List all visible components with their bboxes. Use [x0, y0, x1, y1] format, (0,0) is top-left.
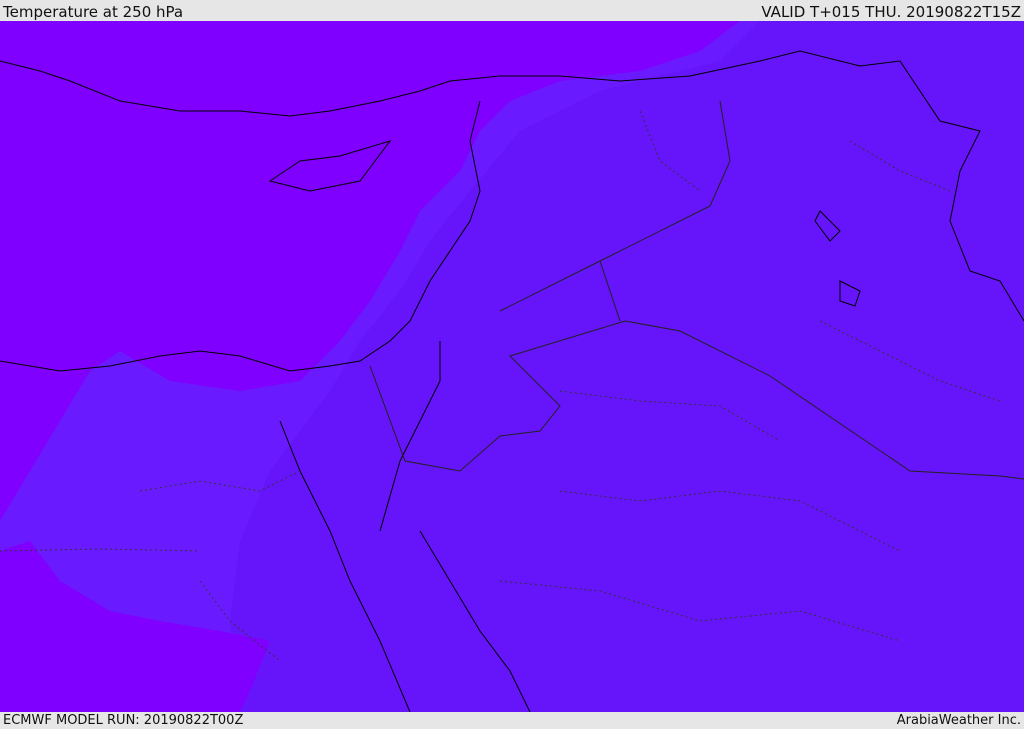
model-run-label: ECMWF MODEL RUN: 20190822T00Z: [3, 713, 244, 728]
temperature-map[interactable]: [0, 21, 1024, 712]
footer-bar: ECMWF MODEL RUN: 20190822T00Z ArabiaWeat…: [0, 712, 1024, 729]
header-bar: Temperature at 250 hPa VALID T+015 THU. …: [0, 0, 1024, 21]
valid-time: VALID T+015 THU. 20190822T15Z: [761, 3, 1021, 21]
map-canvas: [0, 21, 1024, 712]
credit-label: ArabiaWeather Inc.: [896, 713, 1021, 728]
map-title: Temperature at 250 hPa: [3, 3, 184, 21]
